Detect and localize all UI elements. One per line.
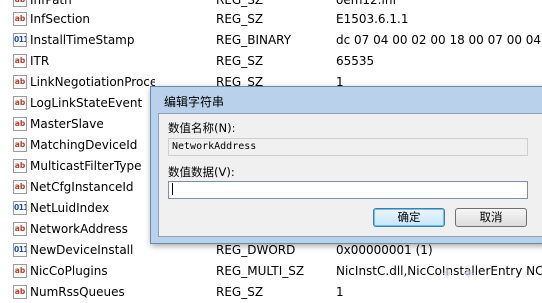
registry-row[interactable]: ab InfSection REG_SZ E1503.6.1.1: [0, 9, 542, 30]
string-value-icon: ab: [13, 180, 27, 194]
value-name-field: NetworkAddress: [168, 138, 528, 156]
binary-value-icon: 011: [13, 33, 27, 47]
string-value-icon: ab: [13, 117, 27, 131]
string-value-icon: ab: [13, 96, 27, 110]
cancel-button[interactable]: 取消: [455, 208, 527, 227]
value-data: E1503.6.1.1: [336, 12, 409, 26]
value-name: InfSection: [30, 12, 90, 26]
value-data: 65535: [336, 54, 375, 68]
string-value-icon: ab: [13, 75, 27, 89]
value-name: MasterSlave: [30, 117, 104, 131]
value-name: NetworkAddress: [30, 222, 128, 236]
registry-row[interactable]: ab ITR REG_SZ 65535: [0, 51, 542, 72]
value-name-label: 数值名称(N):: [168, 121, 236, 135]
dialog-title: 编辑字符串: [164, 95, 225, 109]
string-value-icon: ab: [13, 285, 27, 299]
value-name: NetLuidIndex: [30, 201, 110, 215]
value-name: NumRssQueues: [30, 285, 125, 299]
string-value-icon: ab: [13, 222, 27, 236]
string-value-icon: ab: [13, 12, 27, 26]
ok-button[interactable]: 确定: [373, 208, 445, 227]
watermark-mark: ✦ ✦: [440, 264, 476, 285]
value-data-input[interactable]: [168, 181, 528, 199]
registry-row[interactable]: 011 InstallTimeStamp REG_BINARY dc 07 04…: [0, 30, 542, 51]
binary-value-icon: 011: [13, 243, 27, 257]
edit-string-dialog[interactable]: 编辑字符串 数值名称(N): NetworkAddress 数值数据(V): 确…: [150, 86, 542, 244]
value-type: REG_MULTI_SZ: [216, 264, 305, 278]
binary-value-icon: 011: [13, 201, 27, 215]
value-data: 1: [336, 285, 344, 299]
value-type: REG_SZ: [216, 54, 264, 68]
text-caret: [172, 183, 173, 195]
value-name: ITR: [30, 54, 50, 68]
string-value-icon: ab: [13, 0, 27, 7]
value-name: MulticastFilterType: [30, 159, 142, 173]
value-data: NicInstC.dll,NicCoInstallerEntry NCS: [336, 264, 542, 278]
value-type: REG_SZ: [216, 285, 264, 299]
string-value-icon: ab: [13, 264, 27, 278]
value-name: InstallTimeStamp: [30, 33, 135, 47]
string-value-icon: ab: [13, 138, 27, 152]
value-name: NetCfgInstanceId: [30, 180, 134, 194]
value-name: NewDeviceInstall: [30, 243, 134, 257]
string-value-icon: ab: [13, 159, 27, 173]
dialog-body: 数值名称(N): NetworkAddress 数值数据(V): 确定 取消: [158, 113, 542, 237]
value-data-label: 数值数据(V):: [168, 165, 235, 179]
value-type: REG_BINARY: [216, 33, 292, 47]
value-name: MatchingDeviceId: [30, 138, 138, 152]
value-name: LogLinkStateEvent: [30, 96, 143, 110]
value-type: REG_SZ: [216, 12, 264, 26]
value-data: dc 07 04 00 02 00 18 00 07 00 04 00: [336, 33, 542, 47]
string-value-icon: ab: [13, 54, 27, 68]
value-name: NicCoPlugins: [30, 264, 108, 278]
value-name: LinkNegotiationProce: [30, 75, 155, 89]
